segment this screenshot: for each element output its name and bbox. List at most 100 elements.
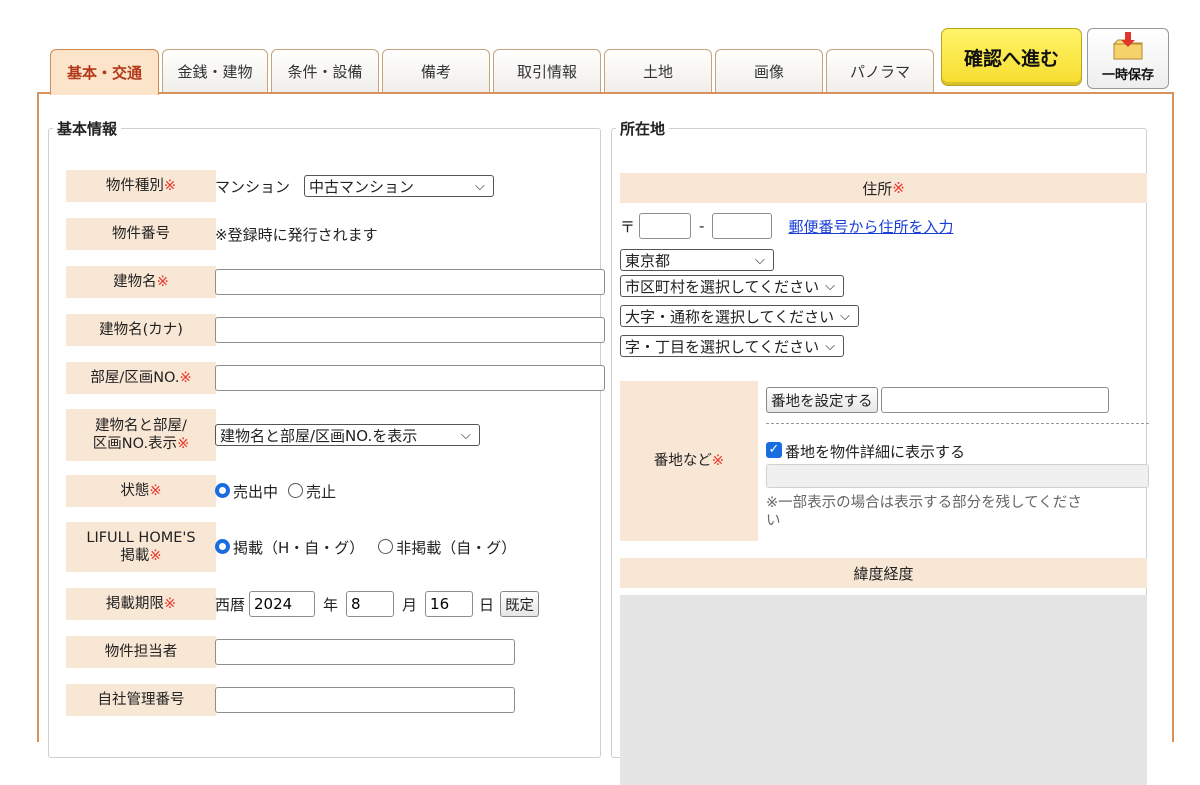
required-mark: ※: [711, 452, 725, 469]
chevron-down-icon: ⌵: [461, 427, 471, 443]
status-label: 状態 ※: [66, 475, 216, 507]
staff-field-wrap: [215, 636, 515, 668]
label-text-line1: LIFULL HOME'S: [86, 529, 196, 546]
address-header-text: 住所: [862, 179, 893, 198]
property-subtype-select[interactable]: 中古マンション ⌵: [304, 175, 495, 197]
staff-label: 物件担当者: [66, 636, 216, 668]
tab-transaction-info[interactable]: 取引情報: [493, 49, 601, 93]
default-period-button[interactable]: 既定: [500, 591, 540, 617]
listing-label: LIFULL HOME'S 掲載※: [66, 522, 216, 572]
building-name-kana-field-wrap: [215, 314, 605, 346]
select-value: 市区町村を選択してください: [625, 277, 820, 296]
town-row: 大字・通称を選択してください ⌵: [620, 305, 860, 327]
year-unit: 年: [323, 595, 339, 614]
location-legend: 所在地: [620, 120, 666, 138]
internal-number-label: 自社管理番号: [66, 684, 216, 716]
postal-code-first-input[interactable]: [639, 213, 692, 239]
required-mark: ※: [179, 369, 192, 386]
postal-mark: 〒: [620, 217, 636, 236]
building-name-kana-label: 建物名(カナ): [66, 314, 216, 346]
room-number-label: 部屋/区画NO. ※: [66, 362, 216, 394]
latlng-header: 緯度経度: [620, 558, 1147, 588]
confirm-button[interactable]: 確認へ進む: [941, 28, 1082, 86]
label-text: 物件担当者: [104, 643, 178, 660]
building-name-kana-input[interactable]: [215, 317, 605, 343]
postal-lookup-link[interactable]: 郵便番号から住所を入力: [788, 216, 953, 237]
building-name-input[interactable]: [215, 269, 605, 295]
status-stopped-radio[interactable]: [288, 482, 304, 498]
town-select[interactable]: 大字・通称を選択してください ⌵: [620, 305, 860, 327]
tab-label: 金銭・建物: [177, 63, 253, 81]
chome-row: 字・丁目を選択してください ⌵: [620, 335, 845, 357]
tab-label: 備考: [420, 63, 451, 81]
property-type-label: 物件種別 ※: [66, 170, 216, 202]
label-text: 番地など: [653, 452, 712, 469]
chome-select[interactable]: 字・丁目を選択してください ⌵: [620, 335, 845, 357]
city-select[interactable]: 市区町村を選択してください ⌵: [620, 275, 845, 297]
tab-basic-transport[interactable]: 基本・交通: [50, 49, 159, 95]
tab-remarks[interactable]: 備考: [382, 49, 490, 93]
listing-published-radio[interactable]: [215, 538, 230, 554]
select-value: 字・丁目を選択してください: [625, 337, 820, 356]
prefecture-select[interactable]: 東京都 ⌵: [620, 249, 774, 271]
label-text: 物件番号: [112, 225, 170, 242]
year-input[interactable]: [249, 591, 316, 617]
month-input[interactable]: [346, 591, 395, 617]
required-mark: ※: [163, 595, 177, 612]
folder-download-icon: [1112, 32, 1143, 60]
chevron-down-icon: ⌵: [840, 308, 850, 324]
property-number-label: 物件番号: [66, 218, 216, 250]
listing-unpublished-radio[interactable]: [378, 538, 394, 554]
property-type-fixed: マンション: [215, 177, 291, 196]
property-number-value: ※登録時に発行されます: [215, 218, 378, 250]
display-option-label: 建物名と部屋/ 区画NO.表示※: [66, 409, 216, 461]
map-area[interactable]: [620, 595, 1147, 785]
day-input[interactable]: [425, 591, 474, 617]
lot-divider: [766, 423, 1149, 424]
address-header: 住所 ※: [620, 173, 1147, 203]
lot-input[interactable]: [880, 387, 1109, 413]
listing-value: 掲載（H・自・グ） 非掲載（自・グ）: [215, 522, 516, 572]
status-on-sale-radio[interactable]: [215, 482, 230, 498]
lot-note: ※一部表示の場合は表示する部分を残してくださ い: [766, 494, 1151, 530]
label-text: 建物名: [113, 273, 157, 290]
lot-show-row: ✓ 番地を物件詳細に表示する: [766, 439, 965, 463]
tab-images[interactable]: 画像: [715, 49, 823, 93]
display-option-select[interactable]: 建物名と部屋/区画NO.を表示 ⌵: [215, 424, 480, 446]
temporary-save-button[interactable]: 一時保存: [1087, 28, 1169, 89]
internal-number-input[interactable]: [215, 687, 515, 713]
basic-info-legend: 基本情報: [57, 120, 118, 138]
label-text-line1: 建物名と部屋/: [95, 417, 187, 434]
postal-code-second-input[interactable]: [712, 213, 773, 239]
label-text: 状態: [120, 482, 150, 499]
lot-partial-input[interactable]: [766, 464, 1149, 488]
required-mark: ※: [892, 179, 905, 197]
tab-money-building[interactable]: 金銭・建物: [162, 49, 268, 93]
tab-conditions-equipment[interactable]: 条件・設備: [271, 49, 379, 93]
select-value: 東京都: [625, 251, 671, 270]
select-value: 建物名と部屋/区画NO.を表示: [220, 426, 418, 445]
room-number-field-wrap: [215, 362, 605, 394]
latlng-header-text: 緯度経度: [853, 564, 914, 583]
staff-input[interactable]: [215, 639, 515, 665]
show-lot-checkbox[interactable]: ✓: [766, 442, 782, 458]
chevron-down-icon: ⌵: [825, 278, 835, 294]
radio-label: 売止: [306, 482, 337, 501]
room-number-input[interactable]: [215, 365, 605, 391]
set-lot-button[interactable]: 番地を設定する: [766, 387, 878, 413]
save-button-label: 一時保存: [1101, 68, 1154, 83]
lot-note-line1: ※一部表示の場合は表示する部分を残してくださ: [766, 495, 1082, 511]
radio-label: 非掲載（自・グ）: [396, 538, 517, 557]
tab-label: 取引情報: [516, 63, 577, 81]
tab-panorama[interactable]: パノラマ: [826, 49, 934, 93]
listing-period-label: 掲載期限 ※: [66, 588, 216, 620]
radio-label: 売出中: [233, 482, 279, 501]
required-mark: ※: [177, 436, 190, 452]
chevron-down-icon: ⌵: [475, 178, 485, 194]
label-text-line2: 区画NO.表示: [92, 436, 178, 452]
postal-dash: -: [699, 217, 705, 235]
tab-label: 条件・設備: [287, 63, 363, 81]
month-unit: 月: [402, 595, 418, 614]
tab-land[interactable]: 土地: [604, 49, 712, 93]
property-number-note: ※登録時に発行されます: [215, 225, 378, 244]
